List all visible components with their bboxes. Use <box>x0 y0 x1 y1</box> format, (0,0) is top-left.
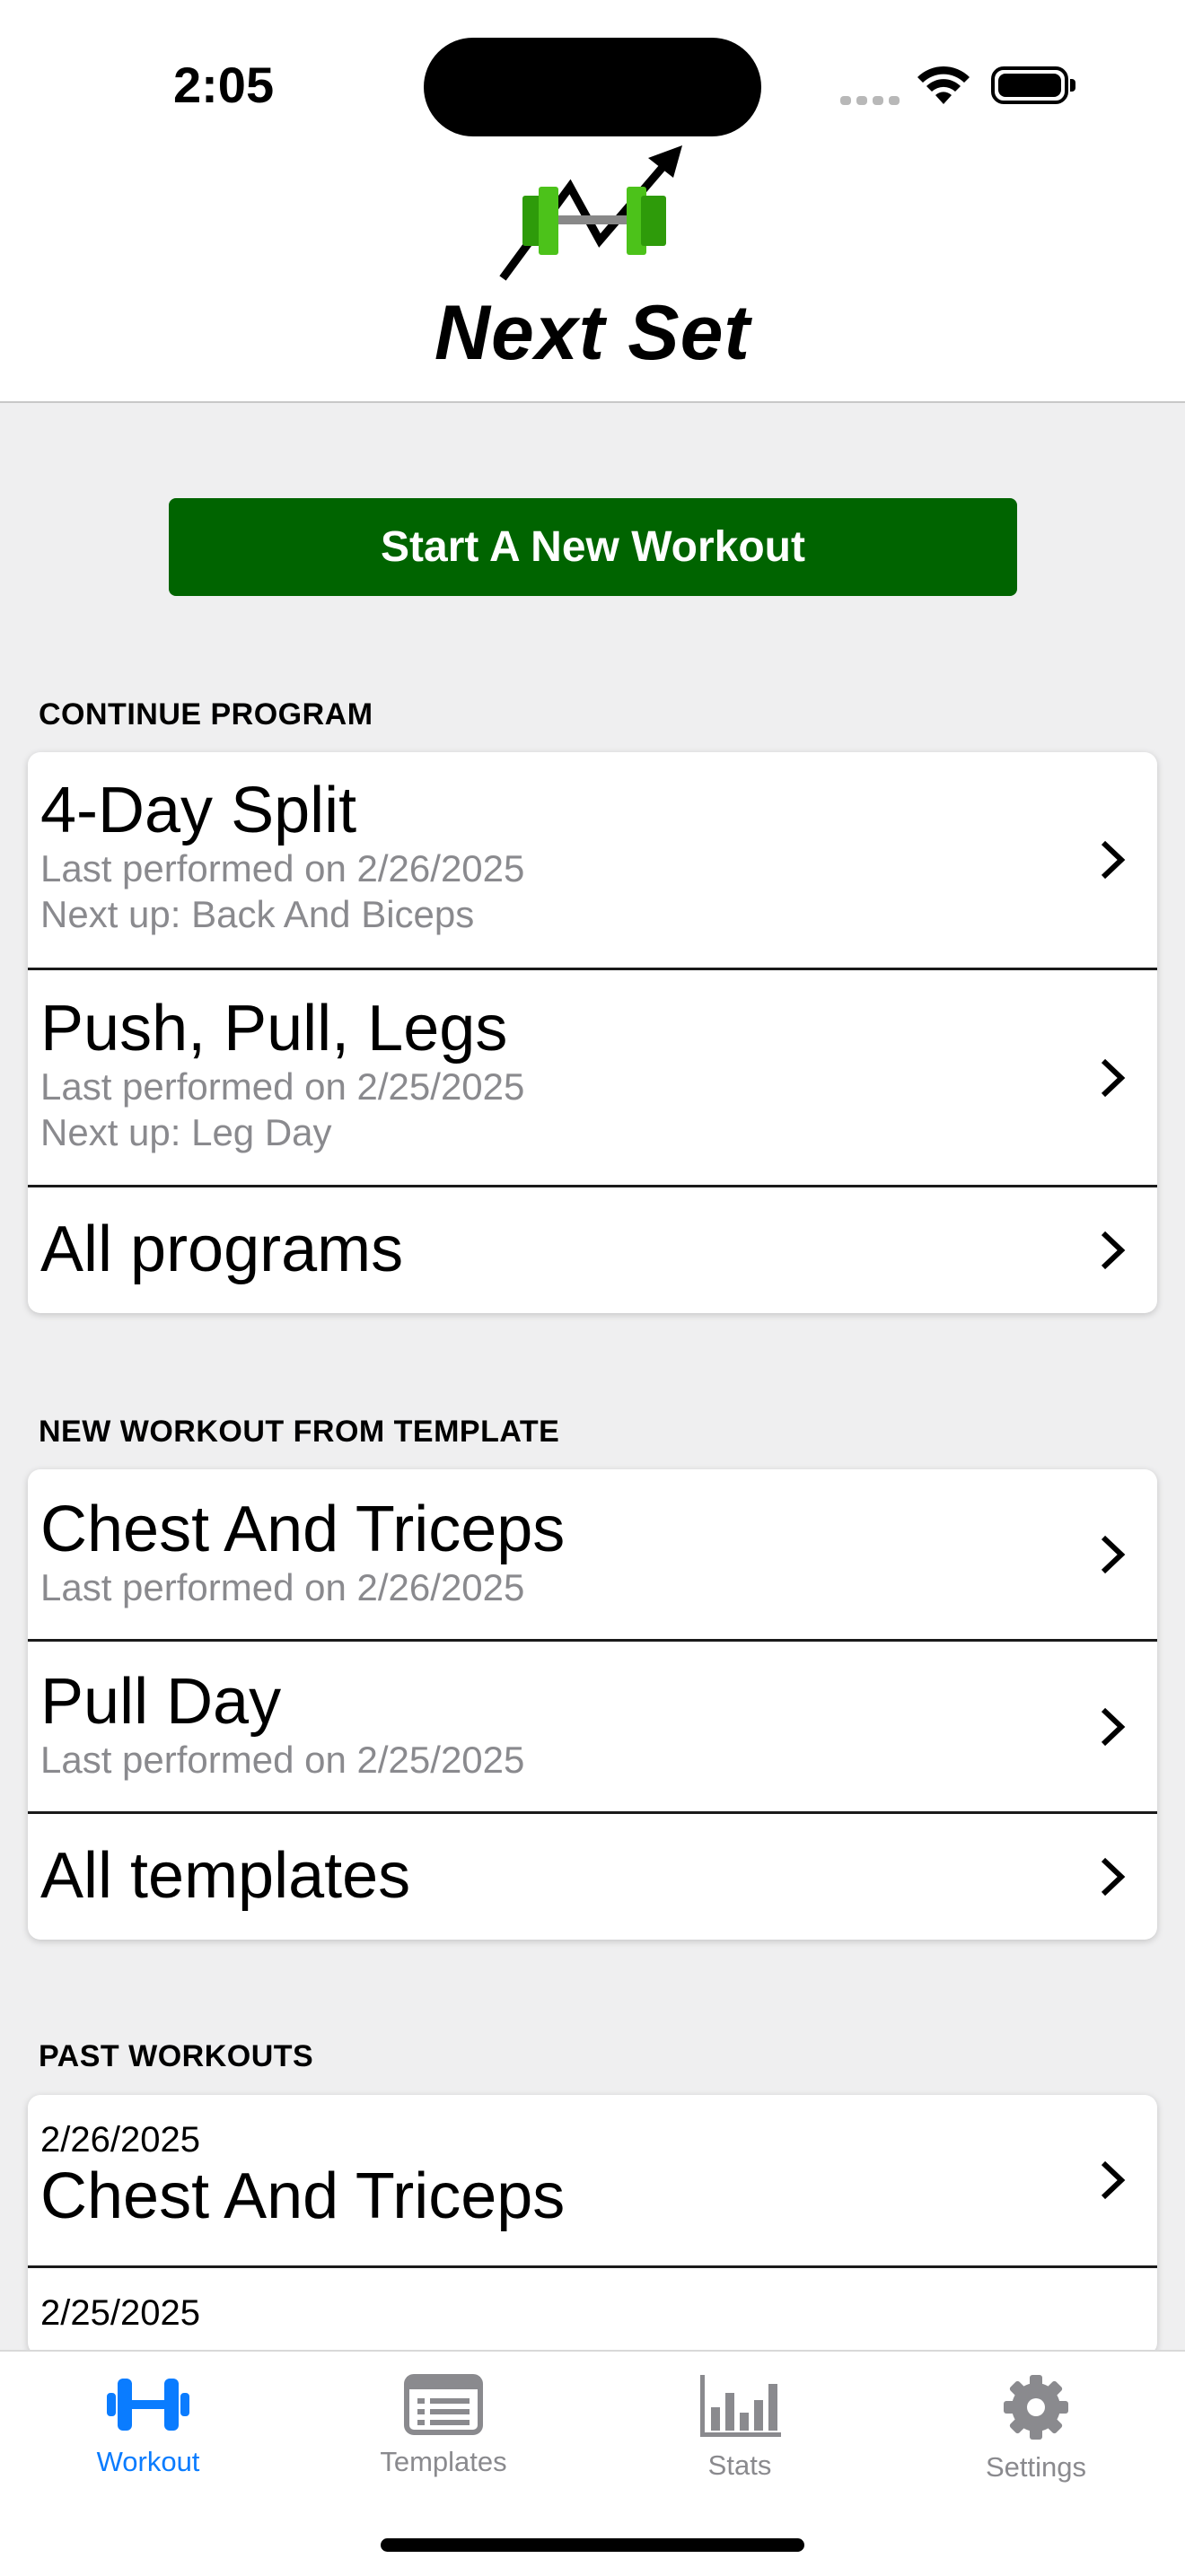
program-row-push-pull-legs[interactable]: Push, Pull, Legs Last performed on 2/25/… <box>28 970 1157 1187</box>
section-label-new-workout-from-template: NEW WORKOUT FROM TEMPLATE <box>39 1415 560 1449</box>
all-templates-row[interactable]: All templates <box>28 1814 1157 1940</box>
chevron-right-icon <box>1101 1707 1126 1746</box>
program-next-up: Next up: Leg Day <box>40 1111 332 1153</box>
chevron-right-icon <box>1101 1535 1126 1573</box>
app-header: 2:05 Next Set <box>0 0 1185 403</box>
tab-templates[interactable]: Templates <box>354 2373 533 2478</box>
section-label-continue-program: CONTINUE PROGRAM <box>39 697 373 732</box>
wifi-icon <box>917 66 970 104</box>
tab-settings[interactable]: Settings <box>946 2373 1126 2484</box>
tab-stats[interactable]: Stats <box>650 2373 830 2482</box>
status-time: 2:05 <box>173 57 275 113</box>
chevron-right-icon <box>1101 1231 1126 1270</box>
app-logo-icon <box>499 145 682 281</box>
list-icon <box>404 2374 483 2435</box>
continue-program-card: 4-Day Split Last performed on 2/26/2025 … <box>28 752 1157 1313</box>
chevron-right-icon <box>1101 2160 1126 2200</box>
gear-icon <box>1004 2375 1068 2440</box>
template-title: Chest And Triceps <box>40 1494 566 1565</box>
past-workout-date: 2/25/2025 <box>40 2293 200 2333</box>
bar-chart-icon <box>700 2375 781 2437</box>
past-workouts-card: 2/26/2025 Chest And Triceps 2/25/2025 <box>28 2095 1157 2355</box>
cellular-signal-icon <box>840 93 905 110</box>
chevron-right-icon <box>1101 840 1126 880</box>
past-workout-date: 2/26/2025 <box>40 2120 200 2160</box>
template-row-chest-and-triceps[interactable]: Chest And Triceps Last performed on 2/26… <box>28 1469 1157 1642</box>
all-templates-label: All templates <box>40 1840 411 1912</box>
template-last-performed: Last performed on 2/26/2025 <box>40 1566 525 1608</box>
template-title: Pull Day <box>40 1666 282 1738</box>
program-title: Push, Pull, Legs <box>40 993 508 1065</box>
program-title: 4-Day Split <box>40 775 357 846</box>
program-row-4-day-split[interactable]: 4-Day Split Last performed on 2/26/2025 … <box>28 752 1157 970</box>
start-new-workout-button[interactable]: Start A New Workout <box>169 498 1017 596</box>
chevron-right-icon <box>1101 1857 1126 1897</box>
past-workout-title: Chest And Triceps <box>40 2160 566 2232</box>
all-programs-label: All programs <box>40 1214 404 1285</box>
chevron-right-icon <box>1101 1058 1126 1097</box>
dumbbell-icon <box>107 2379 189 2431</box>
tab-label: Stats <box>707 2449 772 2481</box>
template-last-performed: Last performed on 2/25/2025 <box>40 1739 525 1781</box>
tab-label: Workout <box>96 2446 200 2477</box>
tab-label: Templates <box>380 2446 507 2477</box>
tab-workout[interactable]: Workout <box>58 2373 238 2478</box>
tab-label: Settings <box>985 2451 1086 2483</box>
program-next-up: Next up: Back And Biceps <box>40 893 475 935</box>
home-indicator <box>381 2538 804 2552</box>
past-workout-row[interactable]: 2/25/2025 <box>28 2268 1157 2355</box>
section-label-past-workouts: PAST WORKOUTS <box>39 2039 314 2073</box>
app-title: Next Set <box>434 290 751 376</box>
past-workout-row[interactable]: 2/26/2025 Chest And Triceps <box>28 2095 1157 2268</box>
program-last-performed: Last performed on 2/25/2025 <box>40 1065 525 1108</box>
dynamic-island <box>424 38 761 136</box>
battery-icon <box>991 66 1075 104</box>
template-row-pull-day[interactable]: Pull Day Last performed on 2/25/2025 <box>28 1642 1157 1814</box>
program-last-performed: Last performed on 2/26/2025 <box>40 847 525 889</box>
templates-card: Chest And Triceps Last performed on 2/26… <box>28 1469 1157 1940</box>
all-programs-row[interactable]: All programs <box>28 1187 1157 1313</box>
